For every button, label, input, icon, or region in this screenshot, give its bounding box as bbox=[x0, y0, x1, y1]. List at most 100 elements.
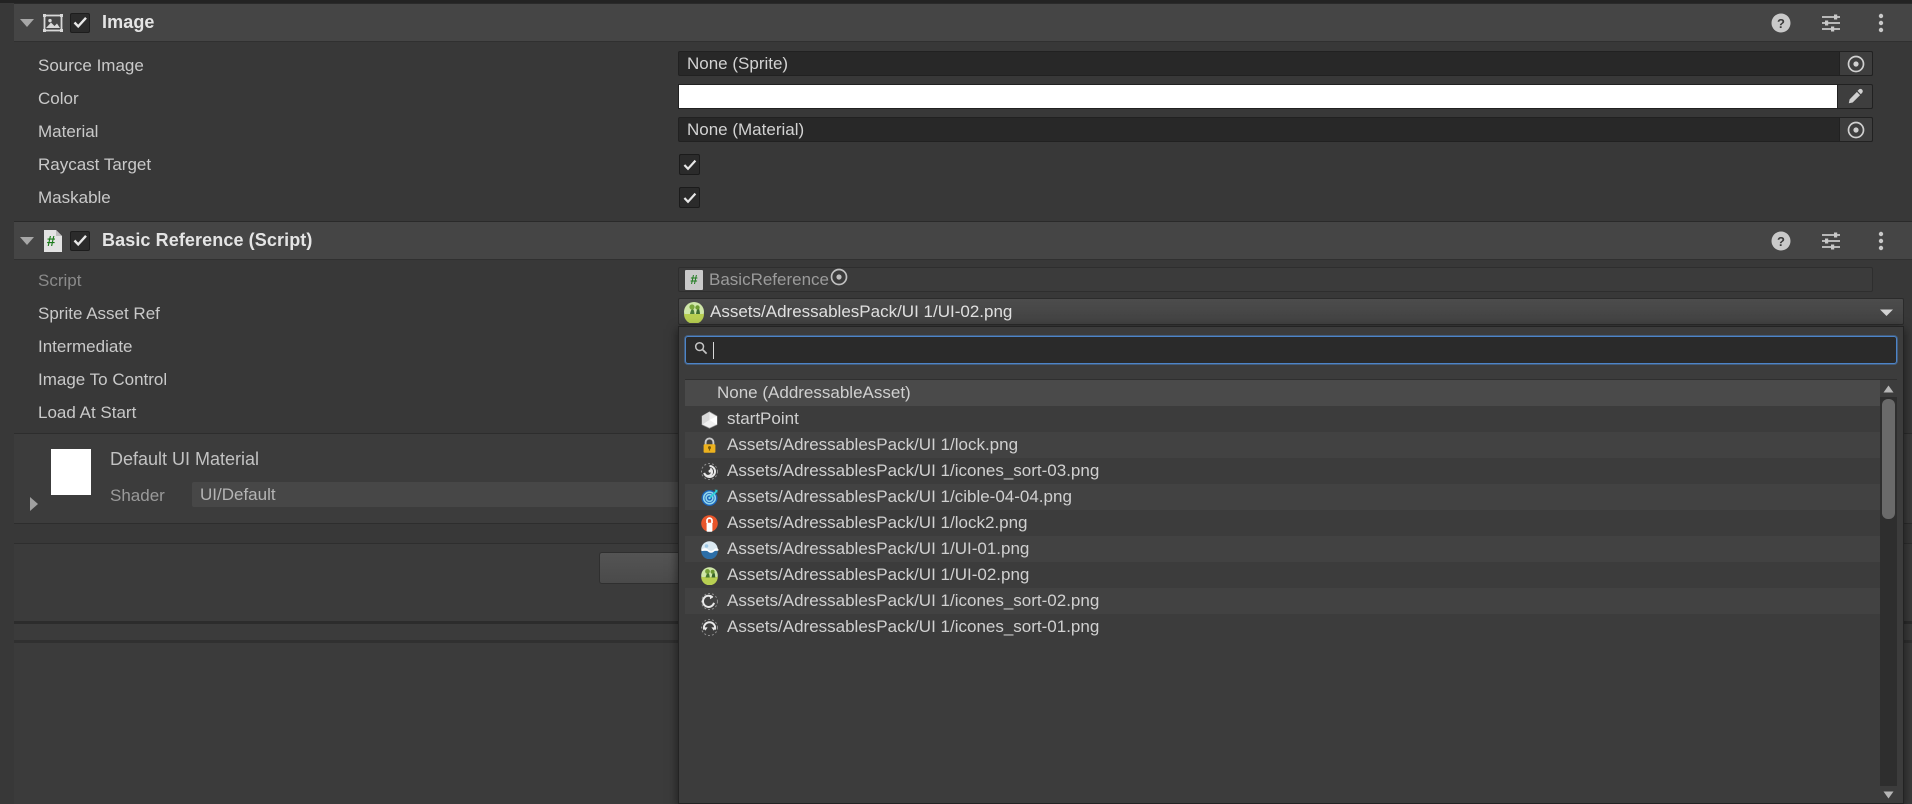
object-picker-icon[interactable] bbox=[1839, 51, 1873, 76]
list-item-label: Assets/AdressablesPack/UI 1/icones_sort-… bbox=[727, 617, 1100, 636]
ui02-icon bbox=[699, 565, 720, 586]
search-field[interactable] bbox=[685, 336, 1897, 364]
list-item-label: Assets/AdressablesPack/UI 1/lock.png bbox=[727, 435, 1019, 454]
source-image-value: None (Sprite) bbox=[687, 53, 789, 73]
help-icon[interactable]: ? bbox=[1768, 10, 1794, 36]
material-name: Default UI Material bbox=[110, 449, 260, 469]
shader-value[interactable]: UI/Default bbox=[192, 482, 712, 507]
list-item[interactable]: Assets/AdressablesPack/UI 1/icones_sort-… bbox=[685, 588, 1880, 614]
list-item-label: Assets/AdressablesPack/UI 1/icones_sort-… bbox=[727, 461, 1100, 480]
lock-yellow-icon bbox=[699, 435, 720, 456]
list-item[interactable]: Assets/AdressablesPack/UI 1/icones_sort-… bbox=[685, 614, 1880, 640]
script-header-tools: ? bbox=[1768, 228, 1912, 254]
list-item[interactable]: Assets/AdressablesPack/UI 1/UI-02.png bbox=[685, 562, 1880, 588]
list-item-label: Assets/AdressablesPack/UI 1/UI-02.png bbox=[727, 565, 1030, 584]
image-foldout-toggle[interactable] bbox=[14, 3, 40, 42]
intermediate-label: Intermediate bbox=[38, 336, 133, 356]
load-at-start-label: Load At Start bbox=[38, 402, 137, 422]
scrollbar-thumb[interactable] bbox=[1882, 399, 1895, 519]
sprite-asset-ref-value: Assets/AdressablesPack/UI 1/UI-02.png bbox=[710, 301, 1013, 321]
raycast-target-checkbox[interactable] bbox=[679, 154, 700, 175]
material-value: None (Material) bbox=[687, 119, 805, 139]
eyedropper-icon[interactable] bbox=[1837, 84, 1873, 109]
preset-icon[interactable] bbox=[1818, 228, 1844, 254]
more-menu-icon[interactable] bbox=[1868, 228, 1894, 254]
svg-text:?: ? bbox=[1777, 16, 1785, 31]
list-item-label: Assets/AdressablesPack/UI 1/cible-04-04.… bbox=[727, 487, 1072, 506]
preset-icon[interactable] bbox=[1818, 10, 1844, 36]
script-enabled-checkbox[interactable] bbox=[70, 230, 90, 251]
help-icon[interactable]: ? bbox=[1768, 228, 1794, 254]
addressable-asset-dropdown-popup: None (AddressableAsset) startPoint Asset… bbox=[678, 326, 1904, 804]
basic-reference-component-header[interactable]: # Basic Reference (Script) ? bbox=[14, 221, 1912, 260]
chevron-down-icon bbox=[1879, 302, 1894, 322]
search-icon bbox=[694, 341, 708, 360]
shader-label: Shader bbox=[110, 486, 165, 505]
csharp-script-icon: # bbox=[40, 228, 66, 254]
list-item[interactable]: Assets/AdressablesPack/UI 1/icones_sort-… bbox=[685, 458, 1880, 484]
image-to-control-label: Image To Control bbox=[38, 369, 168, 389]
object-picker-icon[interactable] bbox=[1839, 117, 1873, 142]
inspector-left-margin bbox=[0, 3, 14, 804]
target-blue-icon bbox=[699, 487, 720, 508]
unity-prefab-icon bbox=[699, 409, 720, 430]
list-item[interactable]: None (AddressableAsset) bbox=[685, 380, 1880, 406]
more-menu-icon[interactable] bbox=[1868, 10, 1894, 36]
dropdown-scrollbar[interactable] bbox=[1880, 380, 1897, 803]
sprite-asset-ref-label: Sprite Asset Ref bbox=[38, 303, 160, 323]
chevron-down-icon bbox=[20, 236, 34, 245]
dropdown-search-area bbox=[679, 327, 1903, 371]
dropdown-item-list: None (AddressableAsset) startPoint Asset… bbox=[685, 379, 1897, 803]
list-item-label: Assets/AdressablesPack/UI 1/lock2.png bbox=[727, 513, 1028, 532]
list-item-label: None (AddressableAsset) bbox=[717, 383, 911, 402]
list-item-label: Assets/AdressablesPack/UI 1/icones_sort-… bbox=[727, 591, 1100, 610]
list-item[interactable]: Assets/AdressablesPack/UI 1/UI-01.png bbox=[685, 536, 1880, 562]
list-item[interactable]: startPoint bbox=[685, 406, 1880, 432]
property-row-maskable: Maskable bbox=[14, 181, 1912, 214]
scroll-down-arrow[interactable] bbox=[1880, 786, 1897, 803]
sprite-asset-ref-dropdown-button[interactable]: Assets/AdressablesPack/UI 1/UI-02.png bbox=[678, 298, 1904, 325]
script-foldout-toggle[interactable] bbox=[14, 221, 40, 260]
chevron-right-icon bbox=[30, 497, 38, 511]
source-image-field[interactable]: None (Sprite) bbox=[678, 51, 1873, 76]
ui01-icon bbox=[699, 539, 720, 560]
spiral-icon bbox=[699, 461, 720, 482]
dropdown-item-list-inner: None (AddressableAsset) startPoint Asset… bbox=[685, 380, 1880, 640]
svg-text:#: # bbox=[47, 233, 56, 250]
material-swatch bbox=[51, 449, 91, 495]
script-reference-value: BasicReference bbox=[709, 269, 830, 289]
list-item-label: Assets/AdressablesPack/UI 1/UI-01.png bbox=[727, 539, 1030, 558]
image-component-header[interactable]: Image ? bbox=[14, 3, 1912, 42]
maskable-checkbox[interactable] bbox=[679, 187, 700, 208]
svg-text:?: ? bbox=[1777, 234, 1785, 249]
object-picker-icon[interactable] bbox=[829, 267, 849, 292]
ui02-thumbnail-icon bbox=[683, 301, 705, 323]
color-field[interactable] bbox=[678, 84, 1873, 109]
scrollbar-track[interactable] bbox=[1880, 397, 1897, 786]
source-image-label: Source Image bbox=[38, 55, 144, 75]
property-row-raycast-target: Raycast Target bbox=[14, 148, 1912, 181]
csharp-badge-icon: # bbox=[685, 269, 703, 290]
list-item[interactable]: Assets/AdressablesPack/UI 1/lock.png bbox=[685, 432, 1880, 458]
material-field[interactable]: None (Material) bbox=[678, 117, 1873, 142]
sort01-icon bbox=[699, 617, 720, 638]
script-reference-field: # BasicReference bbox=[678, 267, 1873, 292]
lock-orange-icon bbox=[699, 513, 720, 534]
basic-reference-title: Basic Reference (Script) bbox=[102, 230, 313, 250]
chevron-down-icon bbox=[20, 18, 34, 27]
material-foldout-toggle[interactable] bbox=[30, 497, 38, 511]
list-item[interactable]: Assets/AdressablesPack/UI 1/cible-04-04.… bbox=[685, 484, 1880, 510]
material-label: Material bbox=[38, 121, 99, 141]
color-label: Color bbox=[38, 88, 79, 108]
unity-inspector-window: Image ? Source Image None (Sprite) Color… bbox=[0, 0, 1912, 804]
search-input[interactable] bbox=[714, 338, 1896, 362]
script-label: Script bbox=[38, 270, 82, 290]
scroll-up-arrow[interactable] bbox=[1880, 380, 1897, 397]
image-component-icon bbox=[40, 10, 66, 36]
raycast-target-label: Raycast Target bbox=[38, 154, 152, 174]
image-component-title: Image bbox=[102, 12, 155, 32]
image-enabled-checkbox[interactable] bbox=[70, 12, 90, 33]
list-item-label: startPoint bbox=[727, 409, 799, 428]
sort02-icon bbox=[699, 591, 720, 612]
list-item[interactable]: Assets/AdressablesPack/UI 1/lock2.png bbox=[685, 510, 1880, 536]
